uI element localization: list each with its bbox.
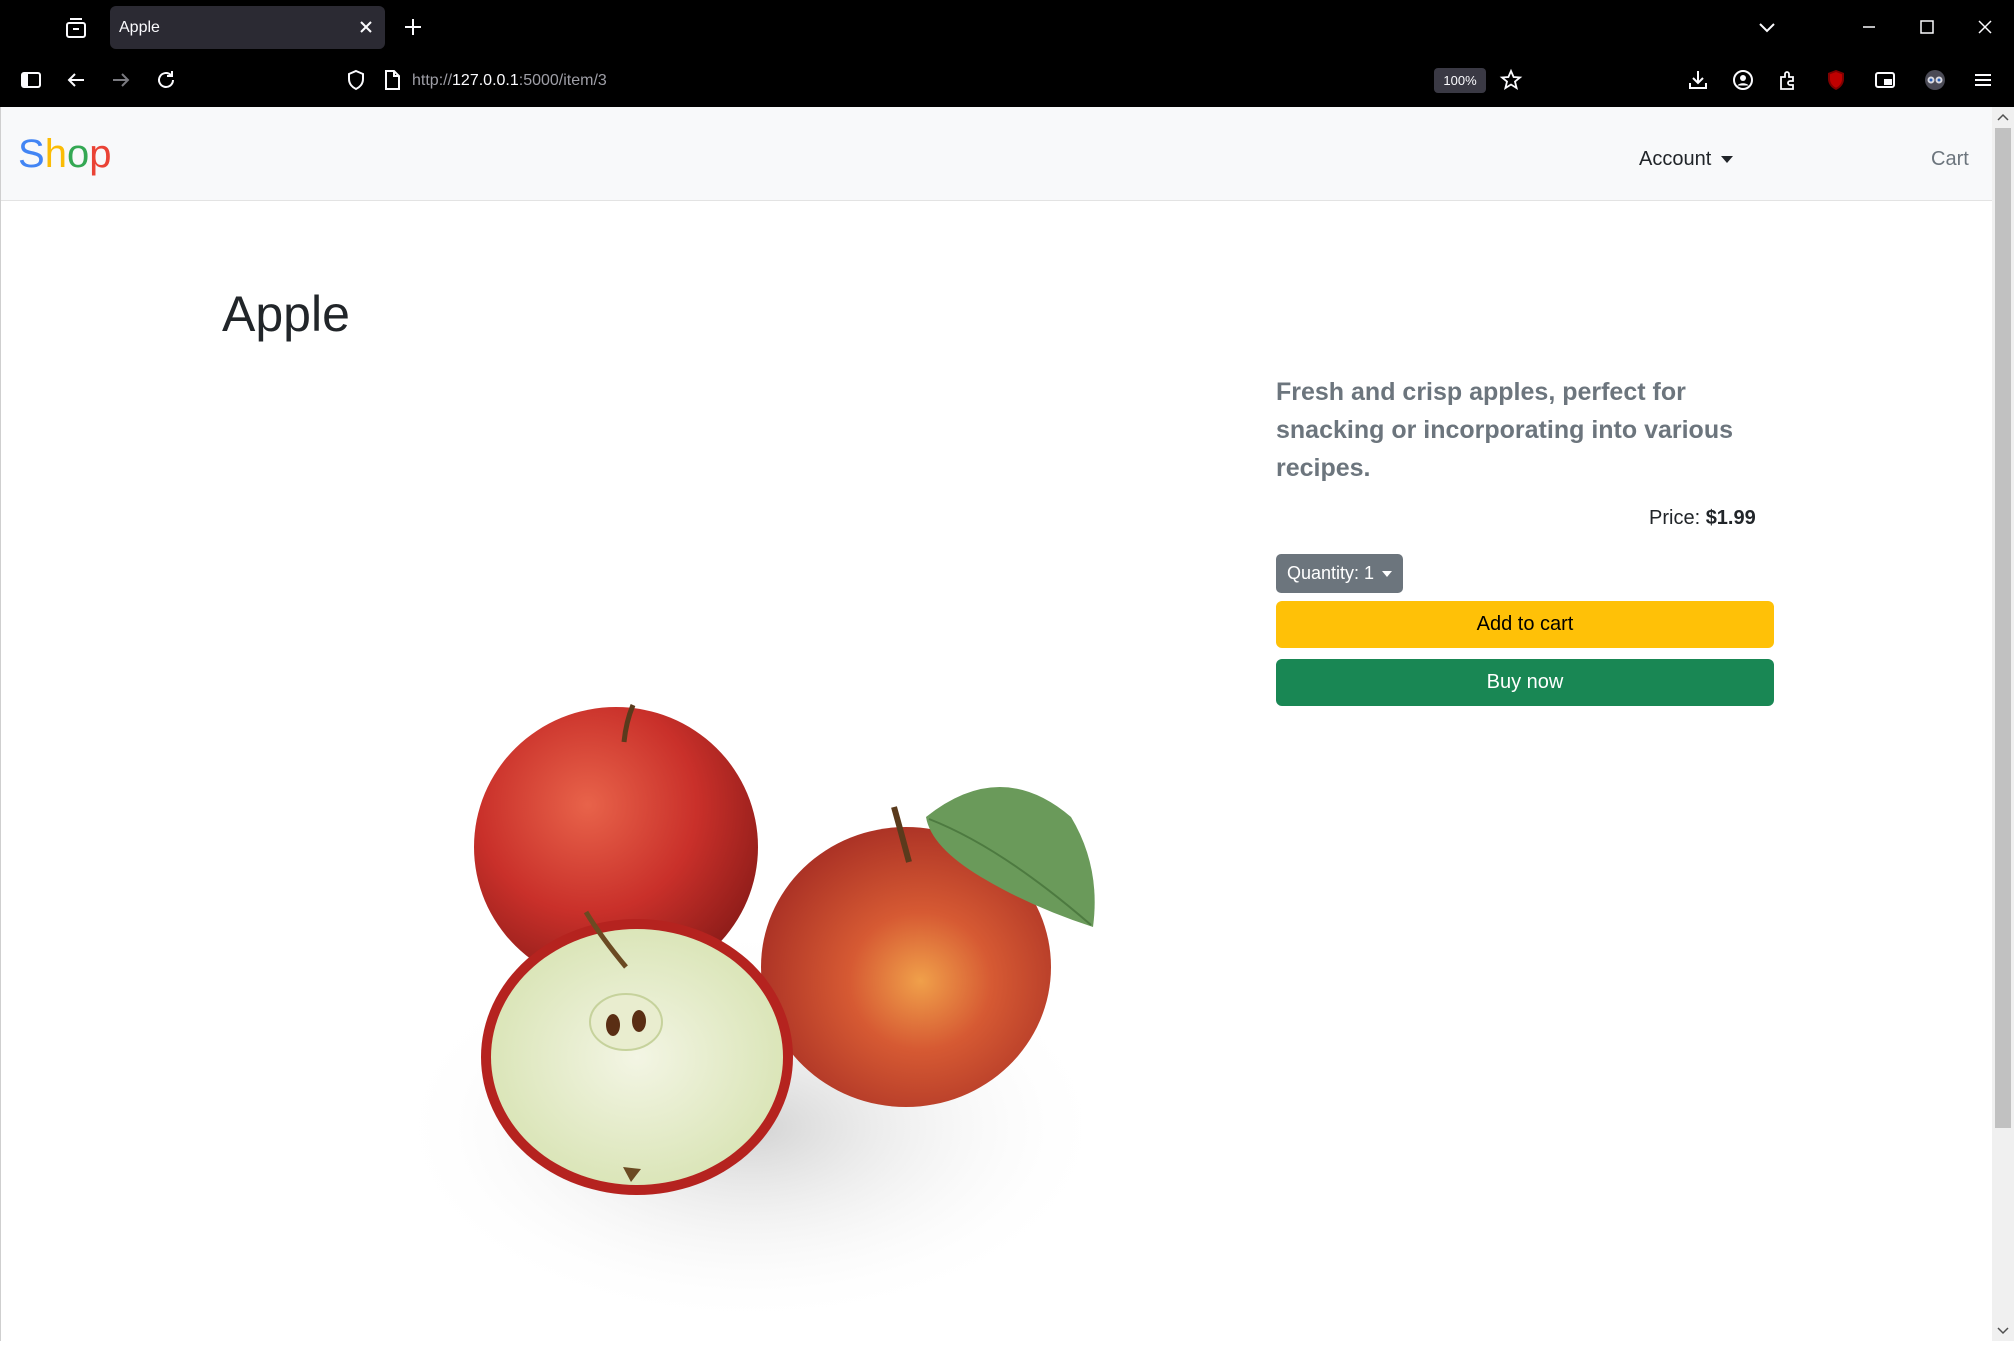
product-price: Price: $1.99 bbox=[1649, 507, 1756, 530]
scroll-up-arrow-icon[interactable] bbox=[1996, 112, 2010, 122]
ublock-icon[interactable] bbox=[1824, 68, 1848, 92]
add-to-cart-button[interactable]: Add to cart bbox=[1276, 601, 1774, 648]
extension-glasses-icon[interactable] bbox=[1923, 68, 1947, 92]
url-scheme: http:// bbox=[412, 72, 453, 89]
url-text[interactable]: http://127.0.0.1:5000/item/3 bbox=[412, 72, 607, 90]
address-bar[interactable]: http://127.0.0.1:5000/item/3 bbox=[330, 58, 1490, 102]
product-description: Fresh and crisp apples, perfect for snac… bbox=[1276, 378, 1734, 482]
account-icon[interactable] bbox=[1731, 68, 1755, 92]
close-tab-icon[interactable] bbox=[357, 18, 375, 36]
tab-active[interactable]: Apple bbox=[110, 6, 385, 49]
browser-chrome: Apple http://127.0.0.1:5000/item/3 100% bbox=[0, 0, 2014, 107]
reload-icon[interactable] bbox=[154, 68, 178, 92]
account-dropdown[interactable]: Account bbox=[1639, 148, 1734, 171]
picture-in-picture-icon[interactable] bbox=[1873, 68, 1897, 92]
site-navbar: Shop Account Cart bbox=[1, 107, 1993, 201]
scrollbar-thumb[interactable] bbox=[1995, 128, 2011, 1128]
minimize-icon[interactable] bbox=[1858, 16, 1880, 38]
tab-overview-icon[interactable] bbox=[62, 16, 90, 40]
brand-letter: o bbox=[66, 132, 90, 176]
download-icon[interactable] bbox=[1686, 68, 1710, 92]
account-label: Account bbox=[1639, 148, 1712, 170]
forward-arrow-icon[interactable] bbox=[109, 68, 133, 92]
window-close-icon[interactable] bbox=[1974, 16, 1996, 38]
extensions-icon[interactable] bbox=[1776, 68, 1800, 92]
page-icon[interactable] bbox=[380, 68, 404, 92]
price-value: $1.99 bbox=[1705, 507, 1756, 529]
buy-now-button[interactable]: Buy now bbox=[1276, 659, 1774, 706]
shield-icon[interactable] bbox=[344, 68, 368, 92]
scroll-down-arrow-icon[interactable] bbox=[1996, 1326, 2010, 1336]
product-title: Apple bbox=[222, 286, 350, 342]
caret-down-icon bbox=[1721, 156, 1734, 163]
quantity-label: Quantity: 1 bbox=[1286, 563, 1375, 583]
zoom-level-badge[interactable]: 100% bbox=[1434, 68, 1486, 93]
maximize-icon[interactable] bbox=[1916, 16, 1938, 38]
back-arrow-icon[interactable] bbox=[64, 68, 88, 92]
brand-letter: h bbox=[44, 132, 67, 176]
menu-hamburger-icon[interactable] bbox=[1971, 68, 1995, 92]
new-tab-icon[interactable] bbox=[402, 16, 424, 38]
tab-title: Apple bbox=[119, 19, 160, 36]
sidebar-icon[interactable] bbox=[19, 68, 43, 92]
browser-toolbar: http://127.0.0.1:5000/item/3 100% bbox=[0, 54, 2014, 107]
tab-bar: Apple bbox=[0, 0, 2014, 54]
chevron-down-icon[interactable] bbox=[1756, 16, 1778, 38]
brand-logo-link[interactable]: Shop bbox=[18, 132, 111, 176]
brand-letter: p bbox=[89, 132, 112, 176]
url-host: 127.0.0.1 bbox=[452, 72, 519, 89]
caret-down-icon bbox=[1382, 570, 1393, 577]
brand-letter: S bbox=[18, 132, 45, 176]
product-image bbox=[391, 704, 1111, 1327]
price-label: Price: bbox=[1649, 507, 1701, 529]
bookmark-star-icon[interactable] bbox=[1499, 68, 1523, 92]
cart-link[interactable]: Cart bbox=[1931, 148, 1969, 171]
quantity-dropdown[interactable]: Quantity: 1 bbox=[1276, 554, 1403, 593]
url-path: :5000/item/3 bbox=[518, 72, 607, 89]
page-viewport: Shop Account Cart Apple Fresh and crisp … bbox=[0, 107, 1993, 1341]
